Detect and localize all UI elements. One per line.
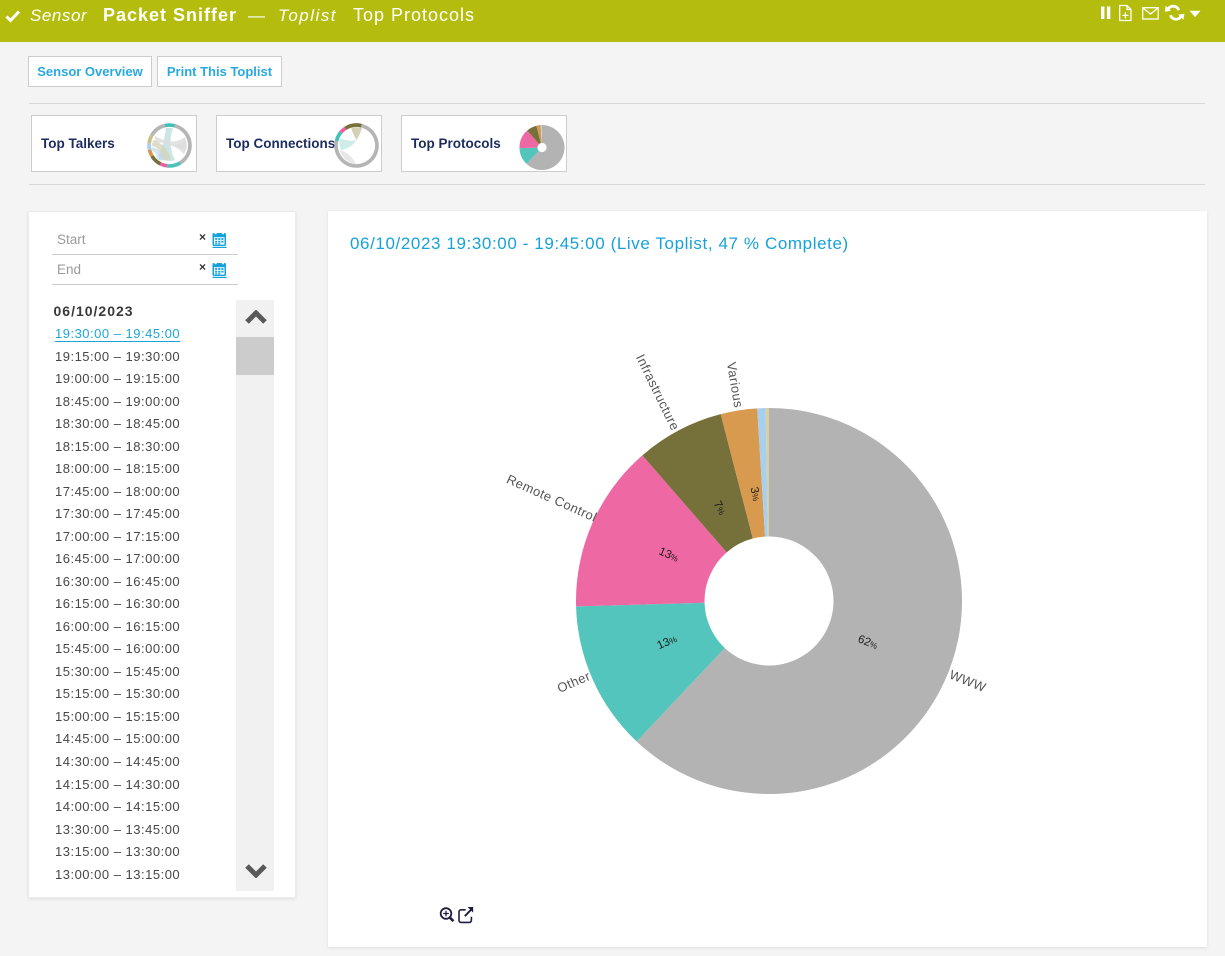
- svg-text:Various: Various: [724, 361, 746, 409]
- svg-text:Remote Control: Remote Control: [504, 471, 599, 524]
- svg-text:Infrastructure: Infrastructure: [633, 352, 683, 433]
- svg-text:WWW: WWW: [947, 667, 988, 695]
- svg-text:Other: Other: [555, 668, 593, 696]
